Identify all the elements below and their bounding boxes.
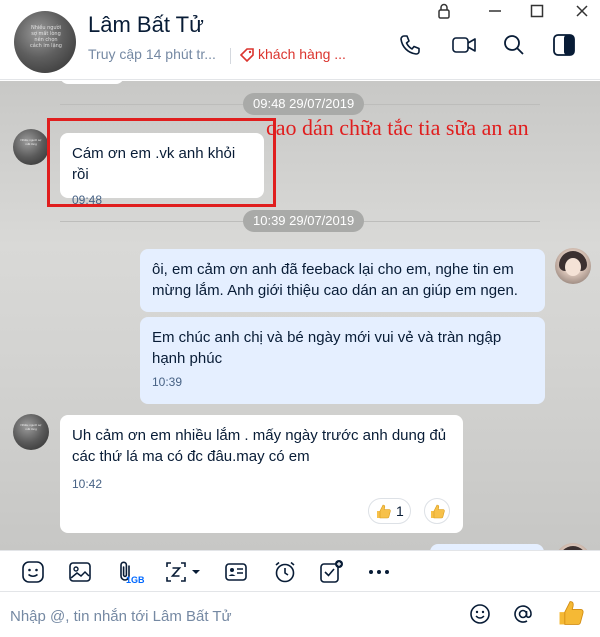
last-seen-status: Truy cập 14 phút tr... [88, 46, 216, 62]
message-list[interactable]: 09:48 29/07/2019 Nhiều người sợ mất lòng… [0, 81, 600, 550]
emoji-icon[interactable] [467, 601, 493, 627]
add-reaction-button[interactable] [424, 498, 450, 524]
avatar-caption: Nhiều người sợ mất lòng nên chọn cách im… [30, 25, 62, 49]
tag-icon [239, 48, 254, 67]
divider [230, 48, 231, 64]
close-icon[interactable] [573, 2, 591, 20]
thumbs-up-icon [375, 503, 392, 520]
screenshot-icon[interactable] [164, 559, 204, 585]
outgoing-message[interactable]: ôi, em cảm ơn anh đã feeback lại cho em,… [140, 249, 545, 312]
maximize-icon[interactable] [528, 2, 546, 20]
message-text: Em chúc anh chị và bé ngày mới vui vẻ và… [152, 329, 502, 367]
message-text: ôi, em cảm ơn anh đã feeback lại cho em,… [152, 261, 518, 299]
composer-toolbar: 1GB [0, 550, 600, 592]
quick-like-button[interactable] [556, 598, 586, 628]
chat-header: Nhiều người sợ mất lòng nên chọn cách im… [0, 0, 600, 80]
lock-icon[interactable] [435, 2, 453, 20]
mention-icon[interactable] [510, 601, 536, 627]
contact-name[interactable]: Lâm Bất Tử [88, 12, 204, 38]
overlay-caption: cao dán chữa tắc tia sữa an an [266, 115, 529, 140]
date-label: 10:39 29/07/2019 [243, 210, 365, 232]
customer-tag[interactable]: khách hàng ... [258, 46, 346, 62]
sender-avatar[interactable]: Nhiều người sợ mất lòng [13, 414, 49, 450]
highlight-box [47, 118, 276, 207]
outgoing-message[interactable]: Em chúc anh chị và bé ngày mới vui vẻ và… [140, 317, 545, 404]
sender-avatar[interactable]: Nhiều người sợ mất lòng [13, 129, 49, 165]
message-time: 10:42 [72, 477, 103, 491]
conversation-info-icon[interactable] [551, 32, 577, 58]
my-avatar[interactable] [555, 248, 591, 284]
message-text: Uh cảm ơn em nhiều lắm . mấy ngày trước … [72, 427, 447, 465]
reminder-icon[interactable] [272, 559, 298, 585]
contact-card-icon[interactable] [223, 559, 249, 585]
date-label: 09:48 29/07/2019 [243, 93, 365, 115]
contact-avatar[interactable]: Nhiều người sợ mất lòng nên chọn cách im… [14, 11, 76, 73]
search-icon[interactable] [501, 32, 527, 58]
file-size-limit: 1GB [126, 575, 145, 585]
image-icon[interactable] [67, 559, 93, 585]
phone-icon[interactable] [397, 32, 423, 58]
thumbs-up-icon [429, 503, 446, 520]
sticker-icon[interactable] [20, 559, 46, 585]
message-input[interactable] [10, 603, 450, 629]
composer [0, 593, 600, 637]
video-call-icon[interactable] [451, 32, 477, 58]
reaction-count: 1 [396, 503, 404, 519]
reaction-badge[interactable]: 1 [368, 498, 411, 524]
more-icon[interactable] [366, 559, 392, 585]
task-icon[interactable] [318, 559, 344, 585]
my-avatar[interactable] [555, 543, 591, 550]
minimize-icon[interactable] [486, 2, 504, 20]
message-time: 10:39 [152, 375, 183, 389]
previous-message-tail [60, 81, 124, 84]
